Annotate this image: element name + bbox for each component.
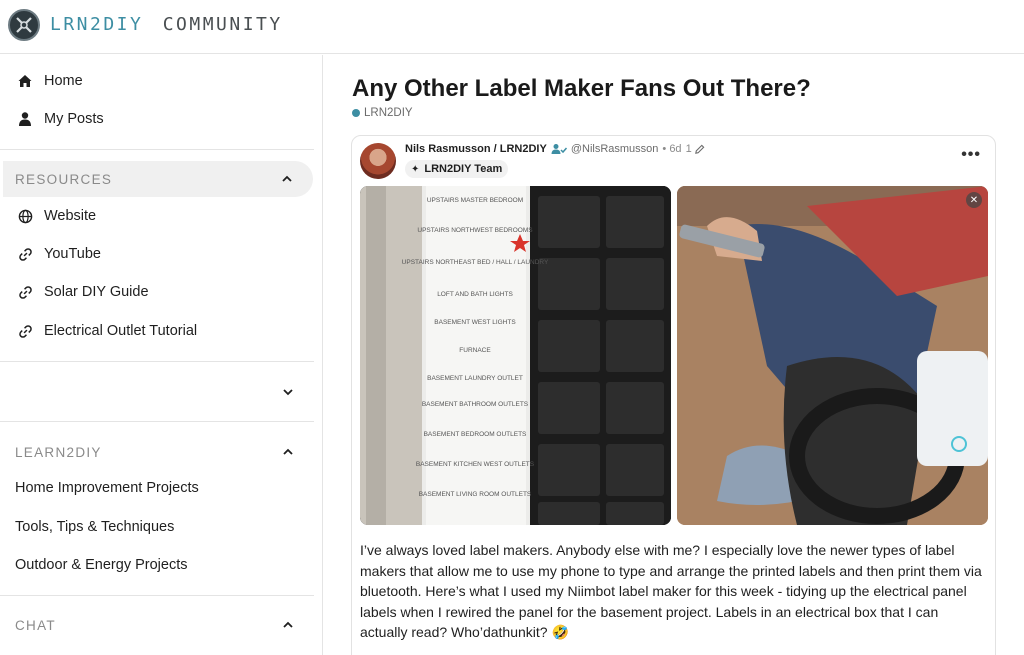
- sidebar-item-my-posts[interactable]: My Posts: [0, 101, 314, 137]
- logo-wordmark[interactable]: LRN2DIY COMMUNITY: [50, 14, 283, 35]
- space-link[interactable]: LRN2DIY: [352, 107, 413, 119]
- sidebar-item-label: Electrical Outlet Tutorial: [44, 323, 198, 339]
- verified-member-icon: [551, 144, 567, 154]
- section-resources-toggle[interactable]: RESOURCES: [3, 161, 313, 197]
- section-collapsed-toggle[interactable]: [0, 374, 314, 410]
- sidebar-item-website[interactable]: Website: [0, 198, 314, 234]
- top-bar: LRN2DIY COMMUNITY: [0, 0, 1024, 54]
- panel-label: BASEMENT KITCHEN WEST OUTLETS: [416, 461, 535, 468]
- person-icon: [15, 109, 35, 129]
- panel-label: UPSTAIRS NORTHWEST BEDROOMS: [417, 227, 533, 234]
- chevron-up-icon: [283, 448, 293, 455]
- sidebar-item-label: Tools, Tips & Techniques: [15, 519, 175, 535]
- post-body-text: I’ve always loved label makers. Anybody …: [360, 542, 982, 640]
- globe-icon: [15, 206, 35, 226]
- more-options-button[interactable]: •••: [961, 146, 981, 164]
- panel-label: BASEMENT BEDROOM OUTLETS: [424, 431, 527, 438]
- section-learn2diy-toggle[interactable]: LEARN2DIY: [0, 434, 314, 470]
- page-title: Any Other Label Maker Fans Out There?: [352, 75, 811, 102]
- chevron-up-icon: [283, 621, 293, 628]
- logo-suffix: COMMUNITY: [162, 14, 283, 35]
- panel-label: FURNACE: [459, 347, 491, 354]
- sidebar-item-label: Home: [44, 73, 83, 89]
- sidebar-item-label: Solar DIY Guide: [44, 284, 149, 300]
- post-image-label-maker[interactable]: ✕: [677, 186, 988, 525]
- section-heading: CHAT: [15, 617, 56, 633]
- section-heading: RESOURCES: [15, 171, 113, 187]
- avatar[interactable]: [360, 143, 396, 179]
- close-icon[interactable]: ✕: [966, 192, 982, 208]
- chevron-down-icon: [283, 389, 293, 396]
- sidebar-item-solar-diy-guide[interactable]: Solar DIY Guide: [0, 274, 314, 310]
- panel-label: BASEMENT LIVING ROOM OUTLETS: [419, 491, 532, 498]
- home-icon: [15, 71, 35, 91]
- sidebar-item-home[interactable]: Home: [0, 63, 314, 99]
- post-card: Nils Rasmusson / LRN2DIY @NilsRasmusson …: [351, 135, 996, 655]
- author-name[interactable]: Nils Rasmusson / LRN2DIY: [405, 143, 547, 155]
- logo-icon[interactable]: [8, 9, 40, 41]
- team-badge: ✦ LRN2DIY Team: [405, 160, 509, 178]
- sparkle-icon: ✦: [411, 163, 420, 175]
- sidebar-item-home-improvement[interactable]: Home Improvement Projects: [0, 470, 314, 506]
- link-icon: [15, 244, 35, 264]
- pencil-icon[interactable]: [694, 144, 705, 155]
- main-content: Any Other Label Maker Fans Out There? LR…: [324, 55, 1024, 655]
- sidebar: Home My Posts RESOURCES Website YouTube …: [0, 55, 323, 655]
- edit-count: 1: [685, 143, 692, 155]
- sidebar-divider: [0, 149, 314, 150]
- space-name: LRN2DIY: [364, 107, 413, 119]
- panel-label: BASEMENT LAUNDRY OUTLET: [427, 375, 523, 382]
- post-age: • 6d: [662, 143, 682, 155]
- chevron-up-icon: [282, 175, 292, 182]
- sidebar-item-youtube[interactable]: YouTube: [0, 236, 314, 272]
- sidebar-item-outdoor-energy[interactable]: Outdoor & Energy Projects: [0, 547, 314, 583]
- sidebar-divider: [0, 595, 314, 596]
- sidebar-item-label: Outdoor & Energy Projects: [15, 557, 188, 573]
- sidebar-item-electrical-outlet-tutorial[interactable]: Electrical Outlet Tutorial: [0, 313, 314, 349]
- sidebar-item-label: Website: [44, 208, 97, 224]
- link-icon: [15, 321, 35, 341]
- sidebar-item-label: My Posts: [44, 111, 104, 127]
- panel-label: LOFT AND BATH LIGHTS: [437, 291, 513, 298]
- sidebar-item-tools-tips[interactable]: Tools, Tips & Techniques: [0, 509, 314, 545]
- section-heading: LEARN2DIY: [15, 444, 102, 460]
- team-badge-label: LRN2DIY Team: [424, 163, 503, 175]
- panel-label: UPSTAIRS NORTHEAST BED / HALL / LAUNDRY: [402, 259, 549, 266]
- panel-label: UPSTAIRS MASTER BEDROOM: [427, 197, 523, 204]
- sidebar-divider: [0, 361, 314, 362]
- sidebar-item-label: YouTube: [44, 246, 101, 262]
- sidebar-item-label: Home Improvement Projects: [15, 480, 199, 496]
- section-chat-toggle[interactable]: CHAT: [0, 607, 314, 643]
- panel-label: BASEMENT WEST LIGHTS: [434, 319, 516, 326]
- panel-label: BASEMENT BATHROOM OUTLETS: [422, 401, 529, 408]
- space-dot-icon: [352, 109, 360, 117]
- logo-brand: LRN2DIY: [50, 14, 144, 35]
- sidebar-divider: [0, 421, 314, 422]
- author-handle[interactable]: @NilsRasmusson: [571, 143, 659, 155]
- post-author-line: Nils Rasmusson / LRN2DIY @NilsRasmusson …: [405, 143, 705, 155]
- post-image-breaker-panel[interactable]: UPSTAIRS MASTER BEDROOM UPSTAIRS NORTHWE…: [360, 186, 671, 525]
- link-icon: [15, 282, 35, 302]
